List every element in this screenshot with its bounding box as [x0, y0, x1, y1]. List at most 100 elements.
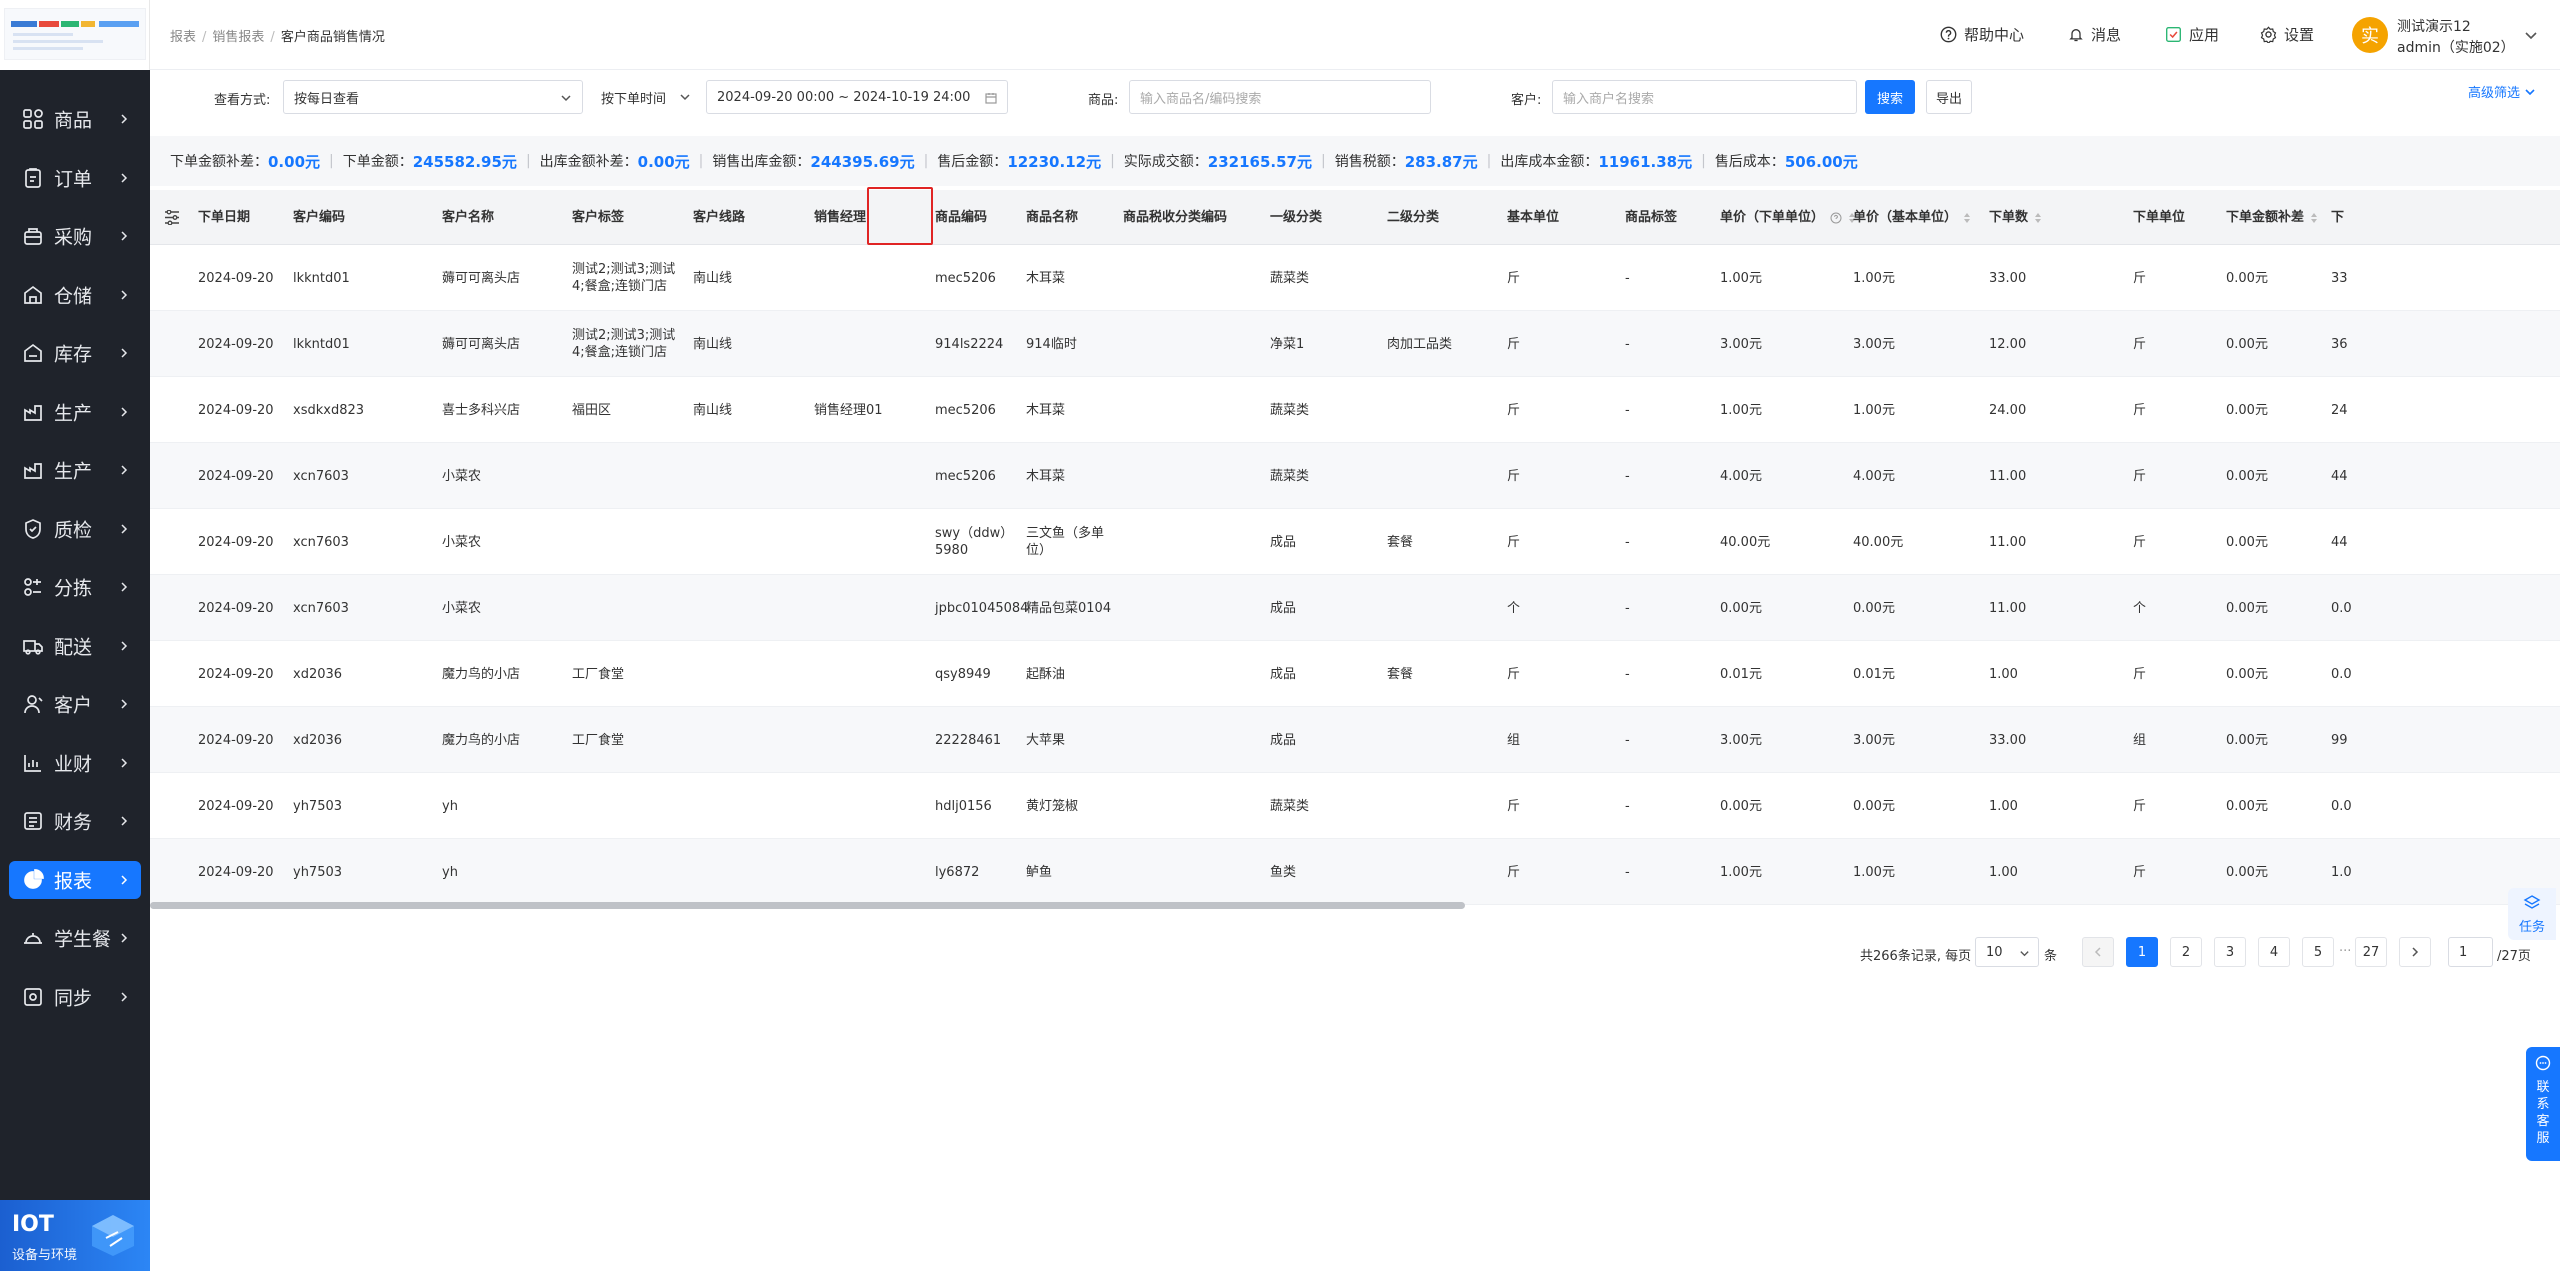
summary-label: 实际成交额：	[1123, 154, 1208, 170]
summary-value: 244395.69元	[810, 152, 915, 171]
table-cell	[693, 773, 808, 839]
sidebar-item-1[interactable]: 订单	[0, 149, 150, 208]
table-cell: 2024-09-20	[198, 666, 274, 682]
page-button[interactable]: 4	[2258, 937, 2290, 967]
sidebar-item-label: 配送	[54, 636, 93, 659]
iot-title: IOT	[12, 1212, 54, 1237]
help-icon[interactable]	[1830, 212, 1842, 224]
table-cell: 测试2;测试3;测试4;餐盒;连锁门店	[572, 328, 676, 360]
sort-icon[interactable]	[2310, 212, 2318, 224]
page-button[interactable]: 27	[2355, 937, 2387, 967]
table-cell: swy（ddw）5980	[935, 526, 1014, 558]
sidebar-item-4[interactable]: 库存	[0, 324, 150, 383]
column-header-label: 基本单位	[1507, 210, 1560, 225]
breadcrumb-item[interactable]: 报表	[170, 30, 196, 45]
table-cell: 成品	[1270, 534, 1297, 550]
table-row: 2024-09-20 yh7503 yh hdlj0156 黄灯笼椒 蔬菜类 斤 - 0.00元…	[150, 773, 2560, 839]
table-cell: 24.00	[1989, 402, 2027, 418]
advanced-filter-toggle[interactable]: 高级筛选	[2468, 82, 2536, 101]
task-button[interactable]: 任务	[2508, 888, 2556, 940]
sidebar-item-3[interactable]: 仓储	[0, 266, 150, 325]
sort-icon[interactable]	[2034, 212, 2042, 224]
table-cell	[1387, 575, 1497, 641]
truck-icon	[23, 639, 43, 655]
column-header[interactable]: 下单数	[1989, 190, 2042, 245]
column-settings-icon[interactable]	[164, 210, 180, 225]
table-cell: 1.00元	[1720, 864, 1762, 880]
sidebar-item-15[interactable]: 同步	[0, 968, 150, 1027]
table-cell: 0.01元	[1720, 666, 1762, 682]
breadcrumb-item[interactable]: 销售报表	[212, 30, 264, 45]
grid-icon	[23, 109, 43, 130]
page-button[interactable]: 2	[2170, 937, 2202, 967]
chevron-down-icon	[2020, 951, 2029, 957]
page-button[interactable]: 1	[2126, 937, 2158, 967]
table-cell: 蔬菜类	[1270, 270, 1310, 286]
meal-icon	[24, 933, 42, 945]
sidebar-item-6[interactable]: 生产	[0, 441, 150, 500]
table-cell: 木耳菜	[1026, 402, 1066, 418]
chevron-right-icon	[121, 992, 128, 1002]
sidebar-item-7[interactable]: 质检	[0, 500, 150, 559]
table-cell: 2024-09-20	[198, 468, 274, 484]
avatar[interactable]: 实	[2352, 17, 2388, 53]
contact-support-button[interactable]: 联系客服	[2526, 1047, 2560, 1161]
table-cell: 斤	[1507, 864, 1521, 880]
sort-icon[interactable]	[1963, 212, 1971, 224]
settings-link[interactable]: 设置	[2260, 24, 2314, 45]
view-mode-select[interactable]: 按每日查看	[283, 80, 583, 114]
sidebar-item-5[interactable]: 生产	[0, 383, 150, 442]
table-cell: -	[1625, 732, 1630, 748]
prev-page-button[interactable]	[2082, 937, 2114, 967]
next-page-button[interactable]	[2399, 937, 2431, 967]
table-row: 2024-09-20 lkkntd01 薅可可离头店 测试2;测试3;测试4;餐盒;连…	[150, 311, 2560, 377]
help-center-link[interactable]: 帮助中心	[1940, 24, 2024, 45]
page-button[interactable]: 3	[2214, 937, 2246, 967]
page-button[interactable]: 5	[2302, 937, 2334, 967]
column-header[interactable]: 单价（基本单位）	[1853, 190, 1971, 245]
sidebar-item-12[interactable]: 财务	[0, 792, 150, 851]
page-size-select[interactable]: 10	[1975, 937, 2039, 967]
table-row: 2024-09-20 xd2036 魔力鸟的小店 工厂食堂 22228461 大苹果 成品 组…	[150, 707, 2560, 773]
summary-value: 232165.57元	[1207, 152, 1312, 171]
table-cell: 工厂食堂	[572, 666, 625, 682]
user-name[interactable]: 测试演示12	[2397, 16, 2471, 36]
sidebar-item-14[interactable]: 学生餐	[0, 909, 150, 968]
sidebar-item-2[interactable]: 采购	[0, 207, 150, 266]
table-body: 2024-09-20 lkkntd01 薅可可离头店 测试2;测试3;测试4;餐盒;连…	[150, 245, 2560, 905]
customer-search-input[interactable]: 输入商户名搜索	[1552, 80, 1857, 114]
table-cell	[1387, 245, 1497, 311]
column-header[interactable]: 单价（下单单位）	[1720, 190, 1856, 245]
summary-divider: |	[923, 153, 929, 169]
messages-link[interactable]: 消息	[2068, 24, 2121, 45]
chevron-down-icon	[680, 94, 690, 101]
table-cell: 36	[2331, 336, 2348, 352]
table-cell: 914ls2224	[935, 336, 1004, 352]
sidebar-item-label: 学生餐	[54, 928, 112, 951]
page-ellipsis[interactable]: ···	[2339, 944, 2351, 959]
column-header[interactable]: 下单金额补差	[2226, 190, 2318, 245]
table-cell: 4.00元	[1720, 468, 1762, 484]
table-cell	[814, 443, 929, 509]
search-button[interactable]: 搜索	[1865, 80, 1915, 114]
apps-link[interactable]: 应用	[2165, 24, 2219, 45]
column-header: 商品名称	[1026, 190, 1078, 245]
chevron-right-icon	[121, 114, 128, 124]
chevron-down-icon[interactable]	[2524, 28, 2538, 42]
page-jump-input[interactable]: 1	[2448, 937, 2493, 967]
sidebar-item-8[interactable]: 分拣	[0, 558, 150, 617]
export-button[interactable]: 导出	[1926, 80, 1972, 114]
column-header: 下单日期	[198, 190, 250, 245]
sidebar-item-0[interactable]: 商品	[0, 90, 150, 149]
iot-banner[interactable]: IOT 设备与环境	[0, 1200, 150, 1271]
sidebar-item-9[interactable]: 配送	[0, 617, 150, 676]
time-type-select[interactable]: 按下单时间	[591, 80, 701, 114]
calendar-icon	[985, 93, 997, 104]
sidebar-item-11[interactable]: 业财	[0, 734, 150, 793]
date-range-picker[interactable]: 2024-09-20 00:00 ~ 2024-10-19 24:00	[706, 80, 1008, 114]
sidebar-item-10[interactable]: 客户	[0, 675, 150, 734]
table-cell: 起酥油	[1026, 666, 1066, 682]
product-search-input[interactable]: 输入商品名/编码搜索	[1129, 80, 1431, 114]
horizontal-scrollbar[interactable]	[150, 902, 1465, 909]
sidebar-item-13[interactable]: 报表	[0, 851, 150, 910]
